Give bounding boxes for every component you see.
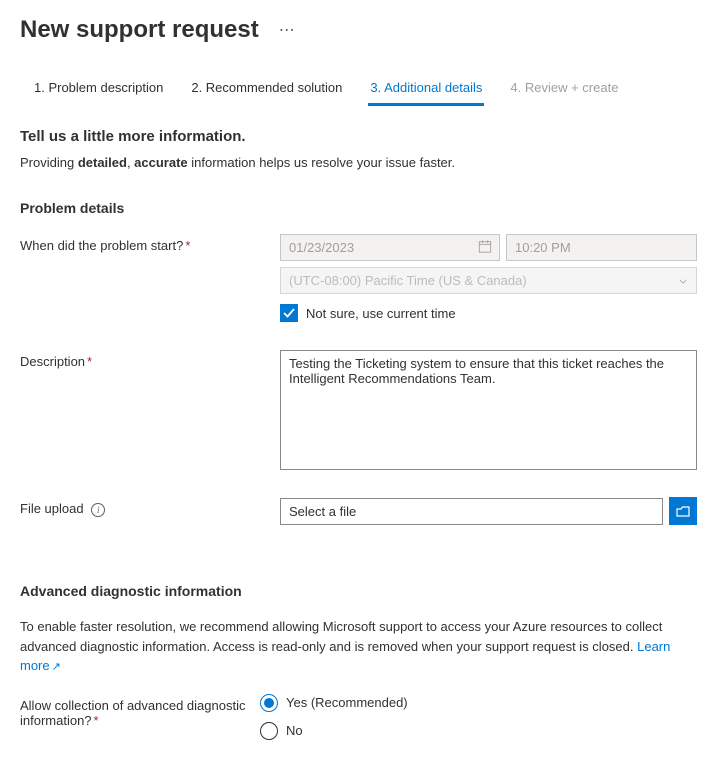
- problem-details-heading: Problem details: [20, 200, 697, 216]
- file-upload-label: File upload i: [20, 497, 280, 517]
- file-select-input[interactable]: Select a file: [280, 498, 663, 525]
- intro-text: Providing detailed, accurate information…: [20, 155, 697, 170]
- not-sure-checkbox[interactable]: [280, 304, 298, 322]
- radio-no[interactable]: [260, 722, 278, 740]
- info-icon[interactable]: i: [91, 503, 105, 517]
- tab-problem-description[interactable]: 1. Problem description: [32, 74, 165, 106]
- tab-recommended-solution[interactable]: 2. Recommended solution: [189, 74, 344, 106]
- not-sure-label: Not sure, use current time: [306, 306, 456, 321]
- radio-option-no[interactable]: No: [260, 722, 697, 740]
- timezone-select[interactable]: (UTC-08:00) Pacific Time (US & Canada): [280, 267, 697, 294]
- date-input[interactable]: [280, 234, 500, 261]
- wizard-tabs: 1. Problem description 2. Recommended so…: [20, 74, 697, 106]
- external-link-icon: ↗: [52, 661, 61, 673]
- radio-no-label: No: [286, 723, 303, 738]
- diagnostic-heading: Advanced diagnostic information: [20, 583, 697, 599]
- diagnostic-description: To enable faster resolution, we recommen…: [20, 617, 697, 676]
- allow-collection-label: Allow collection of advanced diagnostic …: [20, 694, 260, 728]
- more-options-icon[interactable]: ⋯: [275, 16, 299, 44]
- description-textarea[interactable]: Testing the Ticketing system to ensure t…: [280, 350, 697, 470]
- when-label: When did the problem start?*: [20, 234, 280, 253]
- tab-review-create: 4. Review + create: [508, 74, 620, 106]
- description-label: Description*: [20, 350, 280, 369]
- tab-additional-details[interactable]: 3. Additional details: [368, 74, 484, 106]
- file-browse-button[interactable]: [669, 497, 697, 525]
- intro-title: Tell us a little more information.: [20, 128, 697, 145]
- page-title: New support request: [20, 16, 259, 44]
- time-input[interactable]: [506, 234, 697, 261]
